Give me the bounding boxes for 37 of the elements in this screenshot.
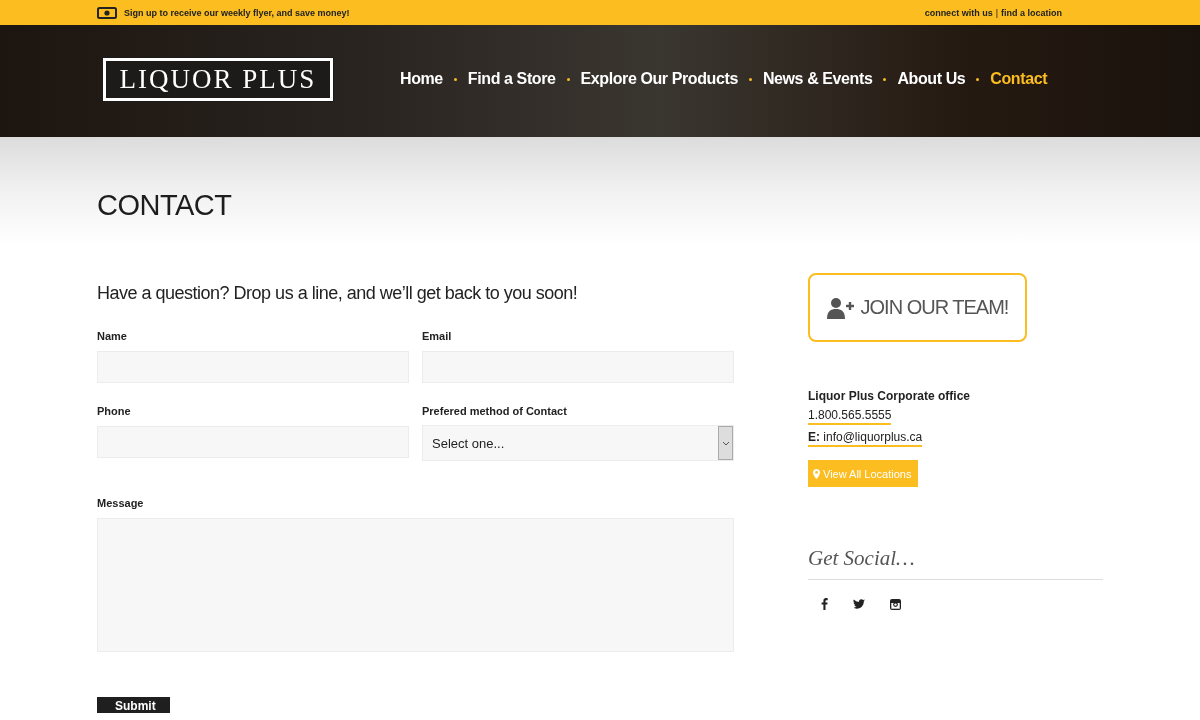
field-label: Message: [97, 497, 145, 509]
page-title: CONTACT: [97, 188, 233, 222]
logo[interactable]: LIQUOR PLUS: [103, 57, 333, 101]
nav-link[interactable]: About Us: [897, 70, 966, 88]
nav-link[interactable]: Explore Our Products: [580, 70, 738, 88]
map-pin-icon: [813, 468, 820, 479]
nav-dot: [566, 77, 570, 81]
nav-link[interactable]: Contact: [990, 70, 1048, 88]
field-label: Phone: [97, 405, 132, 417]
money-icon: [97, 6, 117, 19]
nav-dot: [976, 77, 980, 81]
add-user-icon: [826, 296, 854, 319]
instagram-icon[interactable]: [890, 598, 901, 610]
link-separator: |: [995, 7, 998, 18]
contact-method-select[interactable]: Select one...: [422, 425, 734, 461]
form-intro: Have a question? Drop us a line, and we’ll get back to you soon!: [97, 283, 579, 304]
nav-dot: [748, 77, 752, 81]
office-title: Liquor Plus Corporate office: [808, 389, 970, 403]
field-label: Name: [97, 330, 128, 342]
submit-button[interactable]: Submit: [97, 697, 170, 713]
flyer-signup-text[interactable]: Sign up to receive our weekly flyer, and save money!: [124, 7, 350, 18]
chevron-down-icon: [721, 440, 730, 446]
facebook-icon[interactable]: [821, 598, 828, 610]
nav-link[interactable]: Find a Store: [467, 70, 556, 88]
nav-dot: [453, 77, 457, 81]
email-link[interactable]: E: info@liquorplus.ca: [808, 430, 923, 447]
twitter-icon[interactable]: [853, 599, 865, 609]
field-label: Email: [422, 330, 453, 342]
nav-link[interactable]: News & Events: [762, 70, 873, 88]
nav-link[interactable]: Home: [400, 70, 443, 88]
join-team-button[interactable]: JOIN OUR TEAM!: [808, 273, 1027, 342]
field-label: Prefered method of Contact: [422, 405, 568, 417]
top-link[interactable]: connect with us: [924, 7, 993, 18]
nav-dot: [883, 77, 887, 81]
top-link[interactable]: find a location: [1001, 7, 1062, 18]
phone-link[interactable]: 1.800.565.5555: [808, 408, 892, 425]
social-heading: Get Social…: [808, 546, 1103, 580]
